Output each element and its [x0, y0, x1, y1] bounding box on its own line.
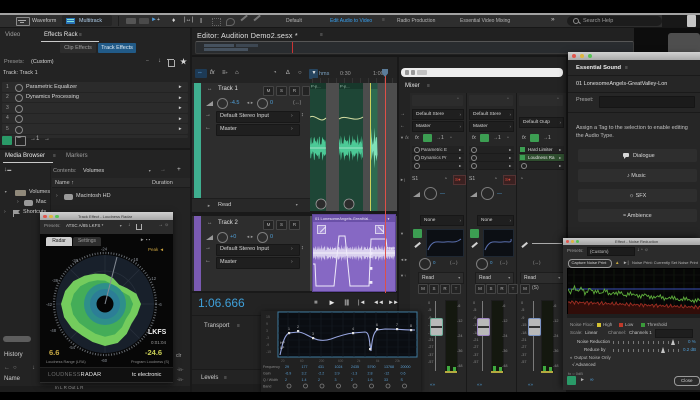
svg-text:600: 600 [338, 359, 344, 363]
svg-text:2: 2 [351, 378, 353, 382]
svg-text:177: 177 [302, 365, 308, 369]
svg-text:LP: LP [280, 346, 285, 350]
svg-text:6k: 6k [376, 359, 380, 363]
svg-text:3: 3 [312, 332, 314, 336]
svg-text:-42: -42 [46, 302, 53, 307]
svg-text:29: 29 [285, 365, 289, 369]
svg-text:Band: Band [263, 385, 271, 389]
svg-text:200: 200 [319, 359, 325, 363]
svg-text:2435: 2435 [351, 365, 359, 369]
svg-text:-12: -12 [150, 276, 157, 281]
svg-text:2.8: 2.8 [368, 372, 373, 376]
svg-text:20: 20 [281, 359, 285, 363]
svg-text:60: 60 [300, 359, 304, 363]
svg-text:-2.2: -2.2 [318, 372, 324, 376]
svg-text:P-p...: P-p... [311, 84, 321, 89]
svg-text:-60: -60 [101, 358, 108, 363]
svg-text:HP: HP [280, 341, 286, 345]
svg-text:-48: -48 [50, 328, 57, 333]
svg-text:15: 15 [266, 315, 270, 319]
svg-text:20000: 20000 [401, 365, 411, 369]
svg-text:2: 2 [318, 378, 320, 382]
svg-text:-15: -15 [266, 350, 271, 354]
svg-text:3: 3 [335, 378, 337, 382]
svg-text:1024: 1024 [335, 365, 343, 369]
svg-text:P-p...: P-p... [340, 84, 350, 89]
svg-text:5790: 5790 [368, 365, 376, 369]
svg-text:Gain: Gain [263, 372, 271, 376]
svg-text:-18: -18 [132, 257, 139, 262]
svg-text:4: 4 [352, 327, 354, 331]
svg-text:-1.3: -1.3 [351, 372, 357, 376]
svg-text:-30: -30 [72, 258, 79, 263]
svg-text:-6: -6 [158, 302, 162, 307]
svg-text:-54: -54 [69, 345, 76, 350]
svg-text:-9: -9 [266, 343, 269, 347]
svg-text:1.6: 1.6 [368, 378, 373, 382]
svg-text:5: 5 [369, 343, 371, 347]
svg-text:-24: -24 [101, 247, 108, 252]
svg-text:1.4: 1.4 [302, 378, 307, 382]
svg-text:2: 2 [297, 325, 299, 329]
svg-text:-3: -3 [266, 336, 269, 340]
svg-text:3.9: 3.9 [335, 372, 340, 376]
svg-text:431: 431 [318, 365, 324, 369]
svg-text:Q / Width: Q / Width [263, 378, 278, 382]
svg-text:-6.9: -6.9 [285, 372, 291, 376]
svg-text:20k: 20k [395, 359, 401, 363]
svg-text:0.6: 0.6 [401, 372, 406, 376]
svg-text:13768: 13768 [384, 365, 394, 369]
svg-text:-12: -12 [384, 372, 389, 376]
svg-text:2: 2 [285, 378, 287, 382]
svg-text:3: 3 [266, 329, 268, 333]
svg-text:6: 6 [376, 323, 378, 327]
svg-text:2k: 2k [357, 359, 361, 363]
svg-text:9: 9 [266, 322, 268, 326]
svg-text:Frequency: Frequency [263, 365, 280, 369]
svg-text:1: 1 [288, 327, 290, 331]
svg-text:-36: -36 [52, 278, 59, 283]
svg-text:S: S [401, 378, 404, 382]
svg-text:8: 8 [410, 324, 412, 328]
svg-text:3.2: 3.2 [302, 372, 307, 376]
svg-text:7: 7 [396, 323, 398, 327]
svg-text:33: 33 [384, 378, 388, 382]
